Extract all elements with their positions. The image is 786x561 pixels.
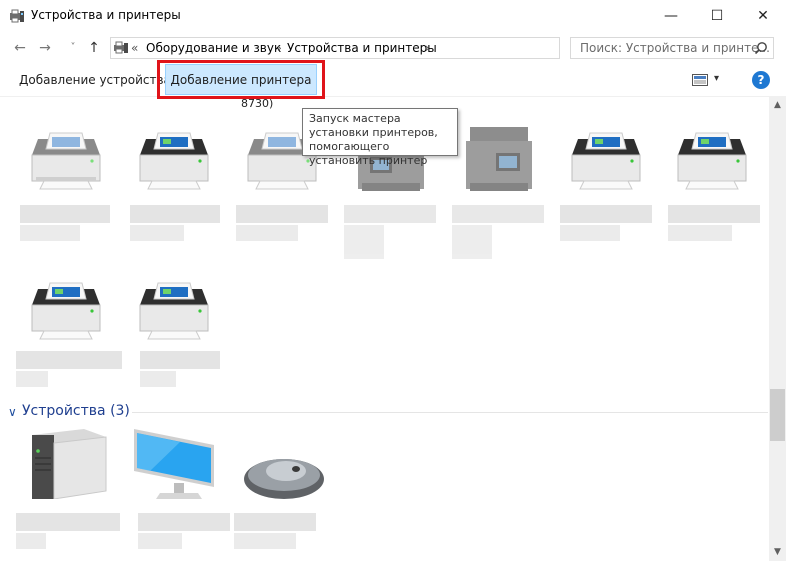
- view-dropdown-button[interactable]: ▾: [714, 73, 719, 84]
- printer-item[interactable]: [446, 127, 546, 259]
- devices-section-header[interactable]: ∨ Устройства (3): [8, 403, 768, 421]
- breadcrumb-overflow[interactable]: «: [131, 41, 138, 55]
- printer-item[interactable]: [14, 127, 114, 247]
- printer-item[interactable]: [122, 277, 222, 397]
- command-bar: Добавление устройства: [0, 66, 786, 97]
- mfp-printer-icon: [466, 127, 532, 191]
- breadcrumb-devices-printers[interactable]: Устройства и принтеры: [287, 41, 437, 55]
- printer-item[interactable]: [554, 127, 654, 247]
- printer-item[interactable]: [660, 127, 760, 247]
- computer-tower-icon: [32, 429, 107, 499]
- scroll-down-button[interactable]: ▼: [769, 544, 786, 561]
- printer-icon: [139, 282, 209, 340]
- search-input[interactable]: Поиск: Устройства и принте...: [570, 37, 774, 59]
- devices-printers-icon: [10, 9, 24, 23]
- close-button[interactable]: ✕: [740, 0, 786, 32]
- printer-item[interactable]: [14, 277, 122, 397]
- address-path[interactable]: « Оборудование и звук › Устройства и при…: [110, 37, 667, 59]
- breadcrumb-separator[interactable]: ›: [277, 41, 282, 55]
- back-button[interactable]: ←: [11, 40, 29, 56]
- minimize-button[interactable]: —: [648, 0, 694, 32]
- printer-icon: [139, 132, 209, 190]
- collapse-chevron-icon[interactable]: ∨: [8, 405, 17, 419]
- add-printer-tooltip: Запуск мастера установки принтеров, помо…: [302, 108, 458, 167]
- printer-icon: [31, 132, 101, 190]
- window-title: Устройства и принтеры: [31, 8, 181, 22]
- recent-locations-button[interactable]: ˅: [64, 40, 82, 56]
- scroll-up-button[interactable]: ▲: [769, 97, 786, 114]
- up-button[interactable]: ↑: [85, 40, 103, 56]
- printer-icon: [31, 282, 101, 340]
- monitor-icon: [134, 429, 214, 499]
- printer-item[interactable]: [122, 127, 222, 247]
- maximize-button[interactable]: ☐: [694, 0, 740, 32]
- breadcrumb-separator[interactable]: ›: [425, 41, 430, 55]
- mouse-icon: [244, 459, 324, 499]
- device-item-mouse[interactable]: [232, 427, 332, 549]
- search-icon: [754, 42, 767, 55]
- add-device-button[interactable]: Добавление устройства: [19, 73, 171, 87]
- breadcrumb-hardware-sound[interactable]: Оборудование и звук: [146, 41, 281, 55]
- scroll-thumb[interactable]: [770, 389, 785, 441]
- devices-printers-icon: [114, 41, 128, 54]
- title-bar: Устройства и принтеры — ☐ ✕: [0, 0, 786, 32]
- help-button[interactable]: ?: [752, 71, 770, 89]
- devices-section-title: Устройства (3): [22, 403, 130, 419]
- forward-button[interactable]: →: [36, 40, 54, 56]
- vertical-scrollbar[interactable]: ▲ ▼: [769, 97, 786, 561]
- printer-icon: [571, 132, 641, 190]
- view-options-icon[interactable]: [692, 74, 708, 86]
- section-divider: [132, 412, 768, 413]
- device-label-cutoff: 8730): [241, 97, 274, 110]
- device-item-computer[interactable]: [16, 427, 122, 549]
- printer-icon: [677, 132, 747, 190]
- highlight-frame: [157, 60, 325, 99]
- search-placeholder: Поиск: Устройства и принте...: [580, 41, 770, 55]
- device-item-monitor[interactable]: [128, 427, 230, 549]
